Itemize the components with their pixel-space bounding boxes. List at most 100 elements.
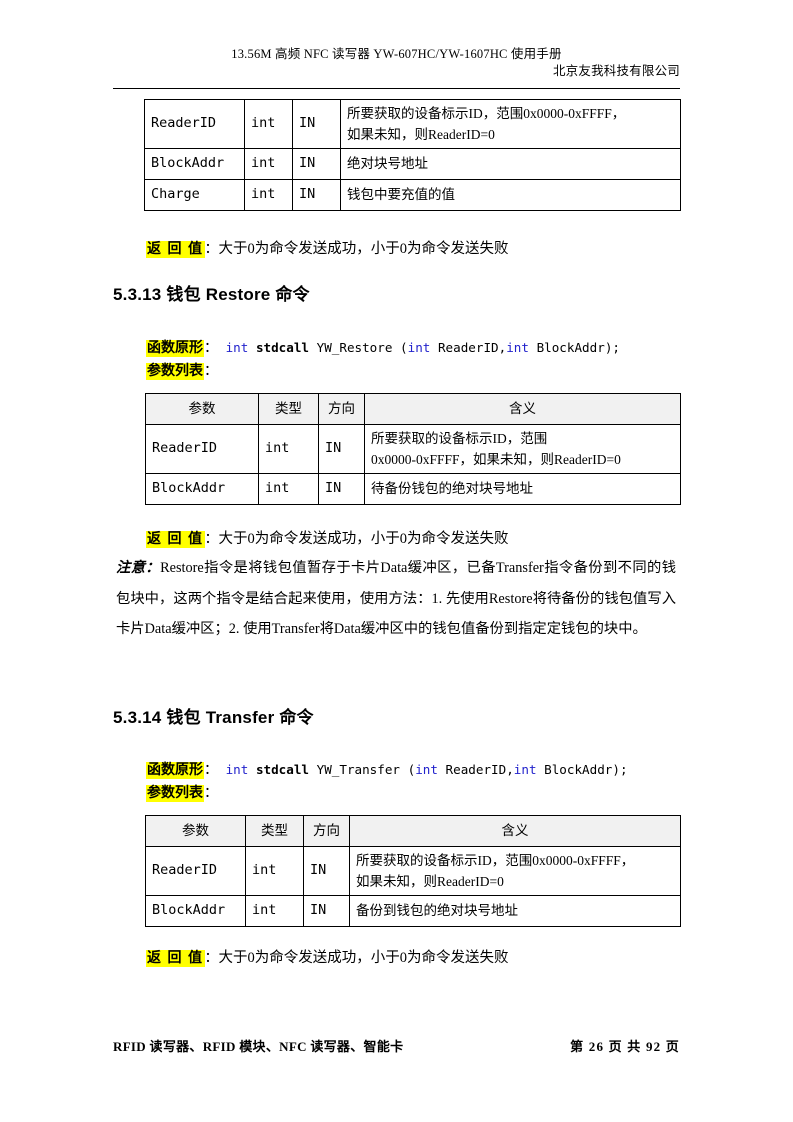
cell-direction: IN: [292, 179, 341, 211]
proto-call-conv: stdcall: [255, 340, 310, 355]
return-label: 返 回 值: [146, 950, 205, 967]
cell-description: 所要获取的设备标示ID，范围0x0000-0xFFFF， 如果未知，则Reade…: [340, 99, 681, 149]
proto-arg1-name: ReaderID,: [437, 340, 507, 355]
desc-line-1: 所要获取的设备标示ID，范围: [371, 431, 548, 446]
cell-param: ReaderID: [145, 424, 259, 474]
cell-type: int: [258, 424, 319, 474]
param-list-colon: ：: [204, 786, 218, 801]
footer-left-text: RFID 读写器、RFID 模块、NFC 读写器、智能卡: [113, 1039, 404, 1054]
cell-param: BlockAddr: [144, 148, 245, 180]
document-page: 13.56M 高频 NFC 读写器 YW-607HC/YW-1607HC 使用手…: [0, 0, 793, 1122]
proto-fn-name: YW_Transfer: [316, 762, 401, 777]
desc-line-1: 所要获取的设备标示ID，范围0x0000-0xFFFF，: [347, 106, 626, 121]
header-company: 北京友我科技有限公司: [552, 64, 680, 78]
cell-type: int: [244, 99, 293, 149]
cell-description: 钱包中要充值的值: [340, 179, 681, 211]
proto-paren-open: (: [400, 340, 408, 355]
note-body: Restore指令是将钱包值暂存于卡片Data缓冲区，已备Transfer指令备…: [116, 560, 677, 637]
cell-param: ReaderID: [144, 99, 245, 149]
return-text: 大于0为命令发送成功，小于0为命令发送失败: [218, 241, 509, 257]
table-header-row: 参数 类型 方向 含义: [145, 393, 681, 425]
table-row: Charge int IN 钱包中要充值的值: [144, 179, 681, 211]
proto-arg1-type: int: [407, 340, 431, 355]
prototype-transfer: 函数原形： int stdcall YW_Transfer (int Reade…: [146, 759, 628, 782]
cell-param: Charge: [144, 179, 245, 211]
prototype-label: 函数原形: [146, 762, 204, 779]
table-row: ReaderID int IN 所要获取的设备标示ID，范围 0x0000-0x…: [145, 424, 681, 474]
return-text: 大于0为命令发送成功，小于0为命令发送失败: [218, 950, 509, 966]
proto-arg2-type: int: [513, 762, 537, 777]
proto-arg2-name: BlockAddr: [544, 762, 613, 777]
proto-arg1-name: ReaderID,: [445, 762, 514, 777]
cell-param: BlockAddr: [145, 895, 246, 927]
cell-direction: IN: [292, 148, 341, 180]
return-value-line-2: 返 回 值：大于0为命令发送成功，小于0为命令发送失败: [146, 529, 509, 550]
return-colon: ：: [204, 951, 219, 966]
return-text: 大于0为命令发送成功，小于0为命令发送失败: [218, 531, 509, 547]
return-colon: ：: [204, 242, 219, 257]
desc-line-2: 如果未知，则ReaderID=0: [356, 874, 504, 889]
desc-line-2: 0x0000-0xFFFF，如果未知，则ReaderID=0: [371, 452, 621, 467]
param-list-label-transfer: 参数列表：: [146, 783, 218, 804]
return-colon: ：: [204, 532, 219, 547]
cell-type: int: [245, 846, 304, 896]
cell-description: 绝对块号地址: [340, 148, 681, 180]
prototype-colon: ：: [204, 763, 218, 778]
table-row: ReaderID int IN 所要获取的设备标示ID，范围0x0000-0xF…: [144, 99, 681, 149]
cell-type: int: [258, 473, 319, 505]
cell-description: 所要获取的设备标示ID，范围0x0000-0xFFFF， 如果未知，则Reade…: [349, 846, 681, 896]
page-header: 13.56M 高频 NFC 读写器 YW-607HC/YW-1607HC 使用手…: [113, 46, 680, 80]
cell-param: ReaderID: [145, 846, 246, 896]
prototype-label: 函数原形: [146, 340, 204, 357]
transfer-param-table: 参数 类型 方向 含义 ReaderID int IN 所要获取的设备标示ID，…: [145, 815, 681, 927]
param-list-label: 参数列表: [146, 363, 204, 380]
header-type: 类型: [245, 815, 304, 847]
header-param: 参数: [145, 815, 246, 847]
return-label: 返 回 值: [146, 241, 205, 258]
note-label: 注意：: [116, 560, 161, 576]
proto-call-conv: stdcall: [255, 762, 310, 777]
header-direction: 方向: [318, 393, 365, 425]
cell-description: 备份到钱包的绝对块号地址: [349, 895, 681, 927]
prototype-restore: 函数原形： int stdcall YW_Restore (int Reader…: [146, 337, 620, 360]
restore-param-table: 参数 类型 方向 含义 ReaderID int IN 所要获取的设备标示ID，…: [145, 393, 681, 505]
proto-arg2-type: int: [506, 340, 529, 355]
proto-arg2-name: BlockAddr: [536, 340, 605, 355]
header-type: 类型: [258, 393, 319, 425]
table-row: BlockAddr int IN 备份到钱包的绝对块号地址: [145, 895, 681, 927]
proto-return-type: int: [225, 762, 249, 777]
section-heading-restore: 5.3.13 钱包 Restore 命令: [113, 285, 310, 304]
charge-param-table: ReaderID int IN 所要获取的设备标示ID，范围0x0000-0xF…: [144, 99, 681, 211]
param-list-label-restore: 参数列表：: [146, 361, 218, 382]
desc-line-1: 所要获取的设备标示ID，范围0x0000-0xFFFF，: [356, 853, 635, 868]
cell-param: BlockAddr: [145, 473, 259, 505]
cell-description: 所要获取的设备标示ID，范围 0x0000-0xFFFF，如果未知，则Reade…: [364, 424, 681, 474]
table-row: BlockAddr int IN 待备份钱包的绝对块号地址: [145, 473, 681, 505]
proto-arg1-type: int: [415, 762, 438, 777]
header-title: 13.56M 高频 NFC 读写器 YW-607HC/YW-1607HC 使用手…: [231, 47, 562, 61]
header-meaning: 含义: [364, 393, 681, 425]
cell-direction: IN: [318, 424, 365, 474]
footer-page-number: 第 26 页 共 92 页: [570, 1039, 680, 1054]
param-list-label: 参数列表: [146, 785, 204, 802]
cell-direction: IN: [318, 473, 365, 505]
cell-type: int: [244, 179, 293, 211]
header-direction: 方向: [303, 815, 350, 847]
table-row: BlockAddr int IN 绝对块号地址: [144, 148, 681, 180]
proto-paren-close: );: [604, 340, 620, 355]
proto-return-type: int: [225, 340, 249, 355]
cell-direction: IN: [303, 895, 350, 927]
param-list-colon: ：: [204, 364, 218, 379]
table-header-row: 参数 类型 方向 含义: [145, 815, 681, 847]
proto-fn-name: YW_Restore: [316, 340, 393, 355]
header-meaning: 含义: [349, 815, 681, 847]
cell-type: int: [244, 148, 293, 180]
header-param: 参数: [145, 393, 259, 425]
proto-paren-close: );: [612, 762, 628, 777]
note-restore: 注意：Restore指令是将钱包值暂存于卡片Data缓冲区，已备Transfer…: [116, 553, 676, 645]
cell-type: int: [245, 895, 304, 927]
section-heading-transfer: 5.3.14 钱包 Transfer 命令: [113, 708, 314, 727]
return-label: 返 回 值: [146, 531, 205, 548]
prototype-colon: ：: [204, 341, 218, 356]
page-footer: RFID 读写器、RFID 模块、NFC 读写器、智能卡 第 26 页 共 92…: [113, 1036, 680, 1055]
